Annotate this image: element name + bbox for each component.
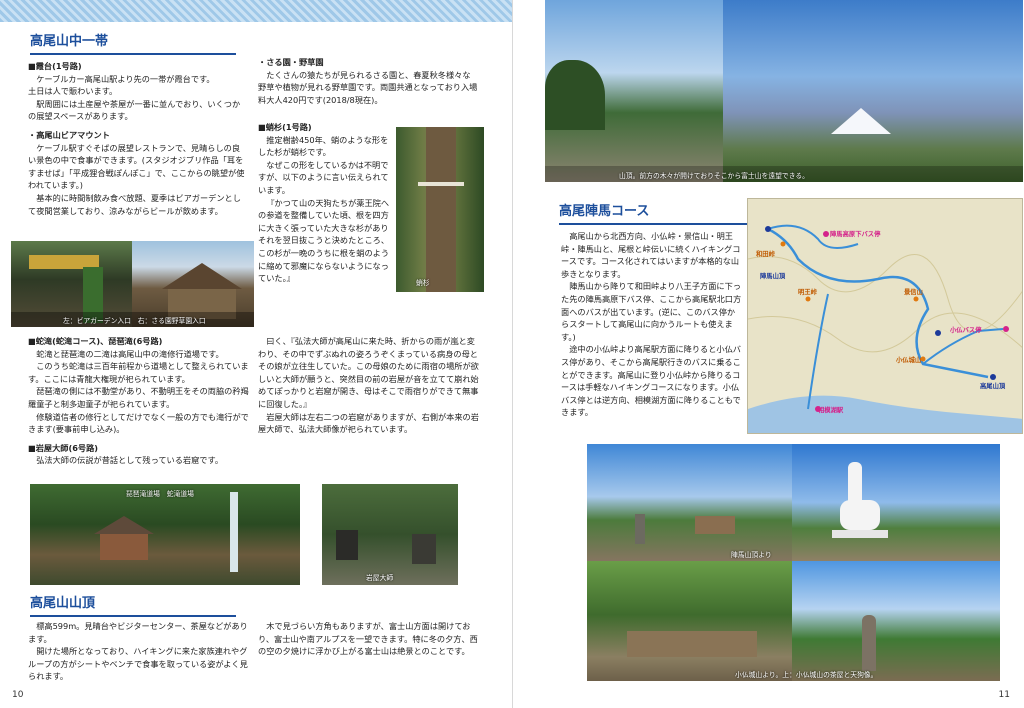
photo-jinba-summit-1 (587, 444, 792, 561)
page-number-left: 10 (12, 690, 24, 700)
column-summit-1: 標高599m。見晴台やビジターセンター、茶屋などがあります。 開けた場所となって… (28, 620, 250, 683)
text-jadaki-1: 蛇滝と琵琶滝の二滝は高尾山中の滝修行道場です。 (36, 348, 224, 359)
map-pin-takaosan (990, 374, 996, 380)
map-label-takaosan: 高尾山頂 (980, 383, 1006, 390)
photo-jinba-horse-statue (792, 444, 1000, 561)
right-page: 山頂。前方の木々が開けておりそこから富士山を遠望できる。 高尾陣馬コース 高尾山… (512, 0, 1024, 708)
map-pin-jinbasan (765, 226, 771, 232)
text-beer-mount-2: 基本的に時間制飲み食べ放題、夏季はビアガーデンとして夜間営業しており、涼みながら… (28, 192, 241, 216)
caption-area-shiroyama: 小仏城山より。上：小仏城山の茶屋と天狗像。 (587, 666, 1000, 681)
photo-summit-plaza (545, 0, 723, 182)
map-pin-jinbakogen (823, 231, 829, 237)
column-summit-2: 木で見づらい方角もありますが、富士山方面は開けており、富士山や南アルプスを一望で… (258, 620, 480, 658)
map-route-sagamiko (807, 293, 829, 410)
map-pin-wadatoge (780, 241, 786, 247)
column-jadaki: ■蛇滝(蛇滝コース)、琵琶滝(6号路) 蛇滝と琵琶滝の二滝は高尾山中の滝修行道場… (28, 335, 250, 467)
caption-jinba-summit: 陣馬山頂より (731, 551, 772, 559)
photo-shiroyama-teahouse (587, 561, 792, 681)
map-label-meioutoge: 明王峠 (798, 289, 817, 296)
text-jinba-3: 途中の小仏峠より高尾駅方面に降りると小仏バス停があり、そこから高尾駅行きのバスに… (561, 344, 741, 418)
left-page: 高尾山中一帯 ■霞台(1号路) ケーブルカー高尾山駅より先の一帯が霞台です。 土… (0, 0, 512, 708)
column-takosugi: ■蛸杉(1号路) 推定樹齢450年、蛸のような形をした杉が蛸杉です。 なぜこの形… (258, 121, 394, 285)
photo-mt-fuji-view (723, 0, 1023, 182)
column-iwaya-legend: 曰く、『弘法大師が高尾山に来た時、折からの雨が嵐と変わり、その中でずぶぬれの姿ろ… (258, 335, 482, 436)
map-route-ridge (767, 227, 989, 379)
caption-shiroyama: 小仏城山より。上：小仏城山の茶屋と天狗像。 (735, 671, 878, 679)
decorative-header-band (0, 0, 512, 22)
text-jadaki-4: 修験道信者の修行としてだけでなく一般の方でも滝行ができます(要事前申し込み)。 (28, 411, 249, 435)
text-summit-3: 木で見づらい方角もありますが、富士山方面は開けており、富士山や南アルプスを一望で… (258, 621, 478, 657)
column-saruen: ・さる園・野草園 たくさんの猿たちが見られるさる園と、春夏秋冬様々な野草や植物が… (258, 56, 478, 106)
caption-takosugi: 蛸杉 (416, 279, 430, 287)
heading-takosugi: ■蛸杉(1号路) (258, 122, 312, 132)
text-kasumidai-2: 土日は人で賑わいます。 (28, 86, 118, 97)
map-contour-2 (748, 312, 1022, 353)
text-takosugi-2: なぜこの形をしているかは不明ですが、以下のように言い伝えられています。 (258, 159, 389, 195)
caption-iwaya-daishi: 岩屋大師 (366, 574, 394, 582)
map-label-kobotoke-bus: 小仏バス停 (950, 327, 982, 334)
text-jadaki-2: このうち蛇滝は三百年前程から道場として整えられています。ここには青龍大権現が祀ら… (28, 361, 249, 384)
page-number-right: 11 (998, 690, 1010, 700)
text-jinba-1: 高尾山から北西方向、小仏峠・景信山・明王峠・陣馬山と、尾根と峠伝いに続くハイキン… (561, 231, 741, 279)
text-summit-2: 開けた場所となっており、ハイキングに来た家族連れやグループの方がシートやベンチで… (28, 646, 248, 682)
text-jadaki-3: 琵琶滝の側には不動堂があり、不動明王をその両脇の矜羯羅童子と制多迦童子が祀られて… (28, 386, 249, 409)
text-iwaya: 弘法大師の伝説が昔話として残っている岩窟です。 (36, 455, 224, 466)
heading-jadaki: ■蛇滝(蛇滝コース)、琵琶滝(6号路) (28, 336, 163, 346)
map-pin-meioutoge (805, 296, 811, 302)
heading-iwaya: ■岩屋大師(6号路) (28, 442, 99, 453)
caption-bar-summit: 山頂。前方の木々が開けておりそこから富士山を遠望できる。 (545, 166, 1023, 182)
text-kasumidai-1: ケーブルカー高尾山駅より先の一帯が霞台です。 (36, 73, 215, 84)
map-pin-shiroyama (920, 356, 926, 362)
map-graphic (748, 224, 1022, 433)
text-summit-1: 標高599m。見晴台やビジターセンター、茶屋などがあります。 (28, 621, 248, 644)
caption-entrances: 左：ビアガーデン入口 右：さる園野草園入口 (63, 317, 206, 325)
column-kasumidai: ■霞台(1号路) ケーブルカー高尾山駅より先の一帯が霞台です。 土日は人で賑わい… (28, 60, 248, 217)
text-saruen: たくさんの猿たちが見られるさる園と、春夏秋冬様々な野草や植物が見れる野草園です。… (258, 69, 478, 105)
map-label-sagamiko: 相模湖駅 (818, 407, 844, 414)
text-kasumidai-3: 駅周囲には土産屋や茶屋が一番に並んでおり、いくつかの展望スペースがあります。 (28, 98, 241, 122)
map-pin-kobotoke-bus (1003, 326, 1009, 332)
mt-fuji-shape (831, 108, 891, 134)
map-label-shiroyama: 小仏城山 (896, 357, 922, 364)
section-title-jinba-course: 高尾陣馬コース (559, 200, 747, 225)
map-pin-kagenobu (913, 296, 919, 302)
map-lake (748, 395, 1022, 433)
photo-waterfall-dojo: 琵琶滝道場 蛇滝道場 (30, 484, 300, 585)
column-jinba-course: 高尾山から北西方向、小仏峠・景信山・明王峠・陣馬山と、尾根と峠伝いに続くハイキン… (561, 230, 743, 419)
map-label-jinbasan: 陣馬山頂 (760, 273, 786, 280)
section-title-takaosan-area: 高尾山中一帯 (30, 30, 236, 55)
hiking-route-map: 陣馬高原下バス停 和田峠 陣馬山頂 明王峠 景信山 小仏バス停 小仏城山 高尾山… (747, 198, 1023, 434)
photo-tengu-statue (792, 561, 1000, 681)
text-takosugi-1: 推定樹齢450年、蛸のような形をした杉が蛸杉です。 (258, 134, 389, 158)
caption-bar-entrances: 左：ビアガーデン入口 右：さる園野草園入口 (11, 312, 254, 327)
caption-summit-view: 山頂。前方の木々が開けておりそこから富士山を遠望できる。 (619, 172, 809, 180)
map-label-kagenobu: 景信山 (904, 289, 923, 296)
text-iwaya-legend-1: 曰く、『弘法大師が高尾山に来た時、折からの雨が嵐と変わり、その中でずぶぬれの姿ろ… (258, 336, 479, 409)
map-label-wadatoge: 和田峠 (756, 251, 775, 258)
map-route-kobotoke (922, 328, 1004, 365)
heading-saruen: ・さる園・野草園 (258, 57, 324, 67)
text-takosugi-3: 『かつて山の天狗たちが薬王院への参道を整備していた頃、根を四方に大きく張っていた… (258, 197, 390, 284)
map-label-jinbakogen: 陣馬高原下バス停 (830, 231, 881, 238)
heading-kasumidai: ■霞台(1号路) (28, 61, 82, 71)
photo-iwaya-daishi: 岩屋大師 (322, 484, 458, 585)
section-title-summit: 高尾山山頂 (30, 592, 236, 617)
text-beer-mount-1: ケーブル駅すぐそばの展望レストランで、見晴らしの良い景色の中で食事ができます。(… (28, 142, 245, 191)
caption-area-jinba: 陣馬山頂より (587, 546, 1000, 561)
text-iwaya-legend-2: 岩屋大師は左右二つの岩窟がありますが、右側が本来の岩屋大師で、弘法大師像が祀られ… (258, 411, 479, 435)
text-jinba-2: 陣馬山から降りて和田峠より八王子方面に下った先の陣馬高原下バス停、ここから高尾駅… (561, 281, 742, 342)
caption-waterfall-dojo: 琵琶滝道場 蛇滝道場 (126, 490, 194, 498)
photo-takosugi: 蛸杉 (396, 127, 484, 292)
heading-beer-mount: ・高尾山ビアマウント (28, 129, 110, 140)
map-pin-kobotoge (935, 330, 941, 336)
